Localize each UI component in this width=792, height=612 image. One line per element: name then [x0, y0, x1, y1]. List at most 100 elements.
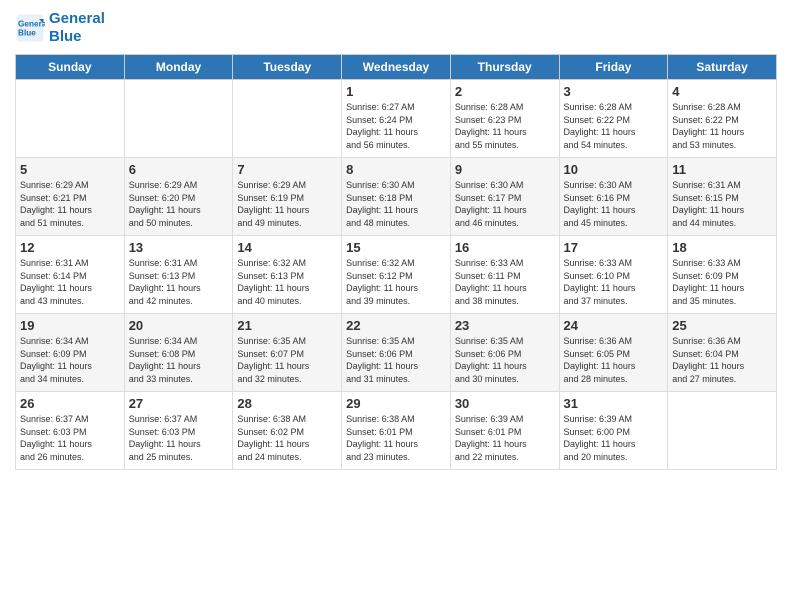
day-cell-11: 11 Sunrise: 6:31 AM Sunset: 6:15 PM Dayli… — [668, 158, 777, 236]
week-row-4: 19Sunrise: 6:34 AM Sunset: 6:09 PM Dayli… — [16, 314, 777, 392]
weekday-header-row: SundayMondayTuesdayWednesdayThursdayFrid… — [16, 55, 777, 80]
day-info: Sunrise: 6:31 AM Sunset: 6:14 PM Dayligh… — [20, 257, 120, 307]
day-number: 11 — [672, 162, 772, 177]
day-number: 6 — [129, 162, 229, 177]
day-cell-7: 7 Sunrise: 6:29 AM Sunset: 6:19 PM Daylig… — [233, 158, 342, 236]
day-number: 18 — [672, 240, 772, 255]
day-number: 12 — [20, 240, 120, 255]
day-info: Sunrise: 6:30 AM Sunset: 6:17 PM Dayligh… — [455, 179, 555, 229]
day-cell-21: 21 Sunrise: 6:35 AM Sunset: 6:07 PM Dayli… — [233, 314, 342, 392]
empty-cell — [233, 80, 342, 158]
day-cell-28: 28Sunrise: 6:38 AM Sunset: 6:02 PM Dayli… — [233, 392, 342, 470]
day-info: Sunrise: 6:33 AM Sunset: 6:10 PM Dayligh… — [564, 257, 664, 307]
day-info: Sunrise: 6:35 AM Sunset: 6:07 PM Dayligh… — [237, 335, 337, 385]
empty-cell — [124, 80, 233, 158]
day-cell-22: 22 Sunrise: 6:35 AM Sunset: 6:06 PM Dayli… — [342, 314, 451, 392]
day-cell-27: 27 Sunrise: 6:37 AM Sunset: 6:03 PM Dayli… — [124, 392, 233, 470]
day-info: Sunrise: 6:28 AM Sunset: 6:23 PM Dayligh… — [455, 101, 555, 151]
day-info: Sunrise: 6:33 AM Sunset: 6:09 PM Dayligh… — [672, 257, 772, 307]
day-info: Sunrise: 6:30 AM Sunset: 6:16 PM Dayligh… — [564, 179, 664, 229]
empty-cell — [16, 80, 125, 158]
calendar-header: SundayMondayTuesdayWednesdayThursdayFrid… — [16, 55, 777, 80]
day-cell-12: 12 Sunrise: 6:31 AM Sunset: 6:14 PM Dayli… — [16, 236, 125, 314]
day-info: Sunrise: 6:39 AM Sunset: 6:01 PM Dayligh… — [455, 413, 555, 463]
day-cell-24: 24Sunrise: 6:36 AM Sunset: 6:05 PM Dayli… — [559, 314, 668, 392]
day-number: 5 — [20, 162, 120, 177]
day-info: Sunrise: 6:30 AM Sunset: 6:18 PM Dayligh… — [346, 179, 446, 229]
weekday-header-wednesday: Wednesday — [342, 55, 451, 80]
day-number: 13 — [129, 240, 229, 255]
day-info: Sunrise: 6:34 AM Sunset: 6:09 PM Dayligh… — [20, 335, 120, 385]
day-number: 21 — [237, 318, 337, 333]
day-number: 25 — [672, 318, 772, 333]
day-cell-19: 19Sunrise: 6:34 AM Sunset: 6:09 PM Dayli… — [16, 314, 125, 392]
day-cell-6: 6 Sunrise: 6:29 AM Sunset: 6:20 PM Daylig… — [124, 158, 233, 236]
day-info: Sunrise: 6:39 AM Sunset: 6:00 PM Dayligh… — [564, 413, 664, 463]
day-cell-17: 17 Sunrise: 6:33 AM Sunset: 6:10 PM Dayli… — [559, 236, 668, 314]
day-number: 16 — [455, 240, 555, 255]
day-number: 27 — [129, 396, 229, 411]
day-info: Sunrise: 6:35 AM Sunset: 6:06 PM Dayligh… — [346, 335, 446, 385]
calendar-body: 1Sunrise: 6:27 AM Sunset: 6:24 PM Daylig… — [16, 80, 777, 470]
logo-text: General Blue — [49, 10, 105, 46]
day-number: 22 — [346, 318, 446, 333]
day-cell-5: 5 Sunrise: 6:29 AM Sunset: 6:21 PM Daylig… — [16, 158, 125, 236]
week-row-3: 12 Sunrise: 6:31 AM Sunset: 6:14 PM Dayli… — [16, 236, 777, 314]
day-info: Sunrise: 6:37 AM Sunset: 6:03 PM Dayligh… — [20, 413, 120, 463]
day-cell-14: 14 Sunrise: 6:32 AM Sunset: 6:13 PM Dayli… — [233, 236, 342, 314]
day-number: 7 — [237, 162, 337, 177]
day-info: Sunrise: 6:38 AM Sunset: 6:01 PM Dayligh… — [346, 413, 446, 463]
week-row-2: 5 Sunrise: 6:29 AM Sunset: 6:21 PM Daylig… — [16, 158, 777, 236]
day-info: Sunrise: 6:31 AM Sunset: 6:15 PM Dayligh… — [672, 179, 772, 229]
day-cell-1: 1Sunrise: 6:27 AM Sunset: 6:24 PM Daylig… — [342, 80, 451, 158]
day-cell-18: 18 Sunrise: 6:33 AM Sunset: 6:09 PM Dayli… — [668, 236, 777, 314]
day-number: 20 — [129, 318, 229, 333]
day-number: 29 — [346, 396, 446, 411]
week-row-1: 1Sunrise: 6:27 AM Sunset: 6:24 PM Daylig… — [16, 80, 777, 158]
weekday-header-friday: Friday — [559, 55, 668, 80]
day-cell-9: 9 Sunrise: 6:30 AM Sunset: 6:17 PM Daylig… — [450, 158, 559, 236]
logo: General Blue General Blue — [15, 10, 105, 46]
day-cell-31: 31 Sunrise: 6:39 AM Sunset: 6:00 PM Dayli… — [559, 392, 668, 470]
day-number: 30 — [455, 396, 555, 411]
weekday-header-tuesday: Tuesday — [233, 55, 342, 80]
day-cell-15: 15 Sunrise: 6:32 AM Sunset: 6:12 PM Dayli… — [342, 236, 451, 314]
week-row-5: 26 Sunrise: 6:37 AM Sunset: 6:03 PM Dayli… — [16, 392, 777, 470]
day-cell-8: 8Sunrise: 6:30 AM Sunset: 6:18 PM Daylig… — [342, 158, 451, 236]
day-cell-2: 2 Sunrise: 6:28 AM Sunset: 6:23 PM Daylig… — [450, 80, 559, 158]
weekday-header-monday: Monday — [124, 55, 233, 80]
day-cell-29: 29 Sunrise: 6:38 AM Sunset: 6:01 PM Dayli… — [342, 392, 451, 470]
logo-icon: General Blue — [15, 13, 45, 43]
header: General Blue General Blue — [15, 10, 777, 46]
day-info: Sunrise: 6:29 AM Sunset: 6:19 PM Dayligh… — [237, 179, 337, 229]
day-info: Sunrise: 6:36 AM Sunset: 6:04 PM Dayligh… — [672, 335, 772, 385]
page-container: General Blue General Blue SundayMondayTu… — [0, 0, 792, 480]
day-info: Sunrise: 6:33 AM Sunset: 6:11 PM Dayligh… — [455, 257, 555, 307]
day-info: Sunrise: 6:32 AM Sunset: 6:13 PM Dayligh… — [237, 257, 337, 307]
day-cell-30: 30 Sunrise: 6:39 AM Sunset: 6:01 PM Dayli… — [450, 392, 559, 470]
day-number: 28 — [237, 396, 337, 411]
day-number: 4 — [672, 84, 772, 99]
day-number: 23 — [455, 318, 555, 333]
calendar-table: SundayMondayTuesdayWednesdayThursdayFrid… — [15, 54, 777, 470]
day-info: Sunrise: 6:32 AM Sunset: 6:12 PM Dayligh… — [346, 257, 446, 307]
day-number: 15 — [346, 240, 446, 255]
day-number: 31 — [564, 396, 664, 411]
day-number: 9 — [455, 162, 555, 177]
day-info: Sunrise: 6:29 AM Sunset: 6:20 PM Dayligh… — [129, 179, 229, 229]
day-number: 2 — [455, 84, 555, 99]
day-cell-3: 3Sunrise: 6:28 AM Sunset: 6:22 PM Daylig… — [559, 80, 668, 158]
day-number: 14 — [237, 240, 337, 255]
day-cell-26: 26 Sunrise: 6:37 AM Sunset: 6:03 PM Dayli… — [16, 392, 125, 470]
day-info: Sunrise: 6:28 AM Sunset: 6:22 PM Dayligh… — [672, 101, 772, 151]
day-info: Sunrise: 6:37 AM Sunset: 6:03 PM Dayligh… — [129, 413, 229, 463]
day-info: Sunrise: 6:31 AM Sunset: 6:13 PM Dayligh… — [129, 257, 229, 307]
day-cell-25: 25 Sunrise: 6:36 AM Sunset: 6:04 PM Dayli… — [668, 314, 777, 392]
day-cell-23: 23Sunrise: 6:35 AM Sunset: 6:06 PM Dayli… — [450, 314, 559, 392]
day-number: 26 — [20, 396, 120, 411]
weekday-header-saturday: Saturday — [668, 55, 777, 80]
day-number: 3 — [564, 84, 664, 99]
day-info: Sunrise: 6:34 AM Sunset: 6:08 PM Dayligh… — [129, 335, 229, 385]
day-info: Sunrise: 6:29 AM Sunset: 6:21 PM Dayligh… — [20, 179, 120, 229]
day-number: 17 — [564, 240, 664, 255]
